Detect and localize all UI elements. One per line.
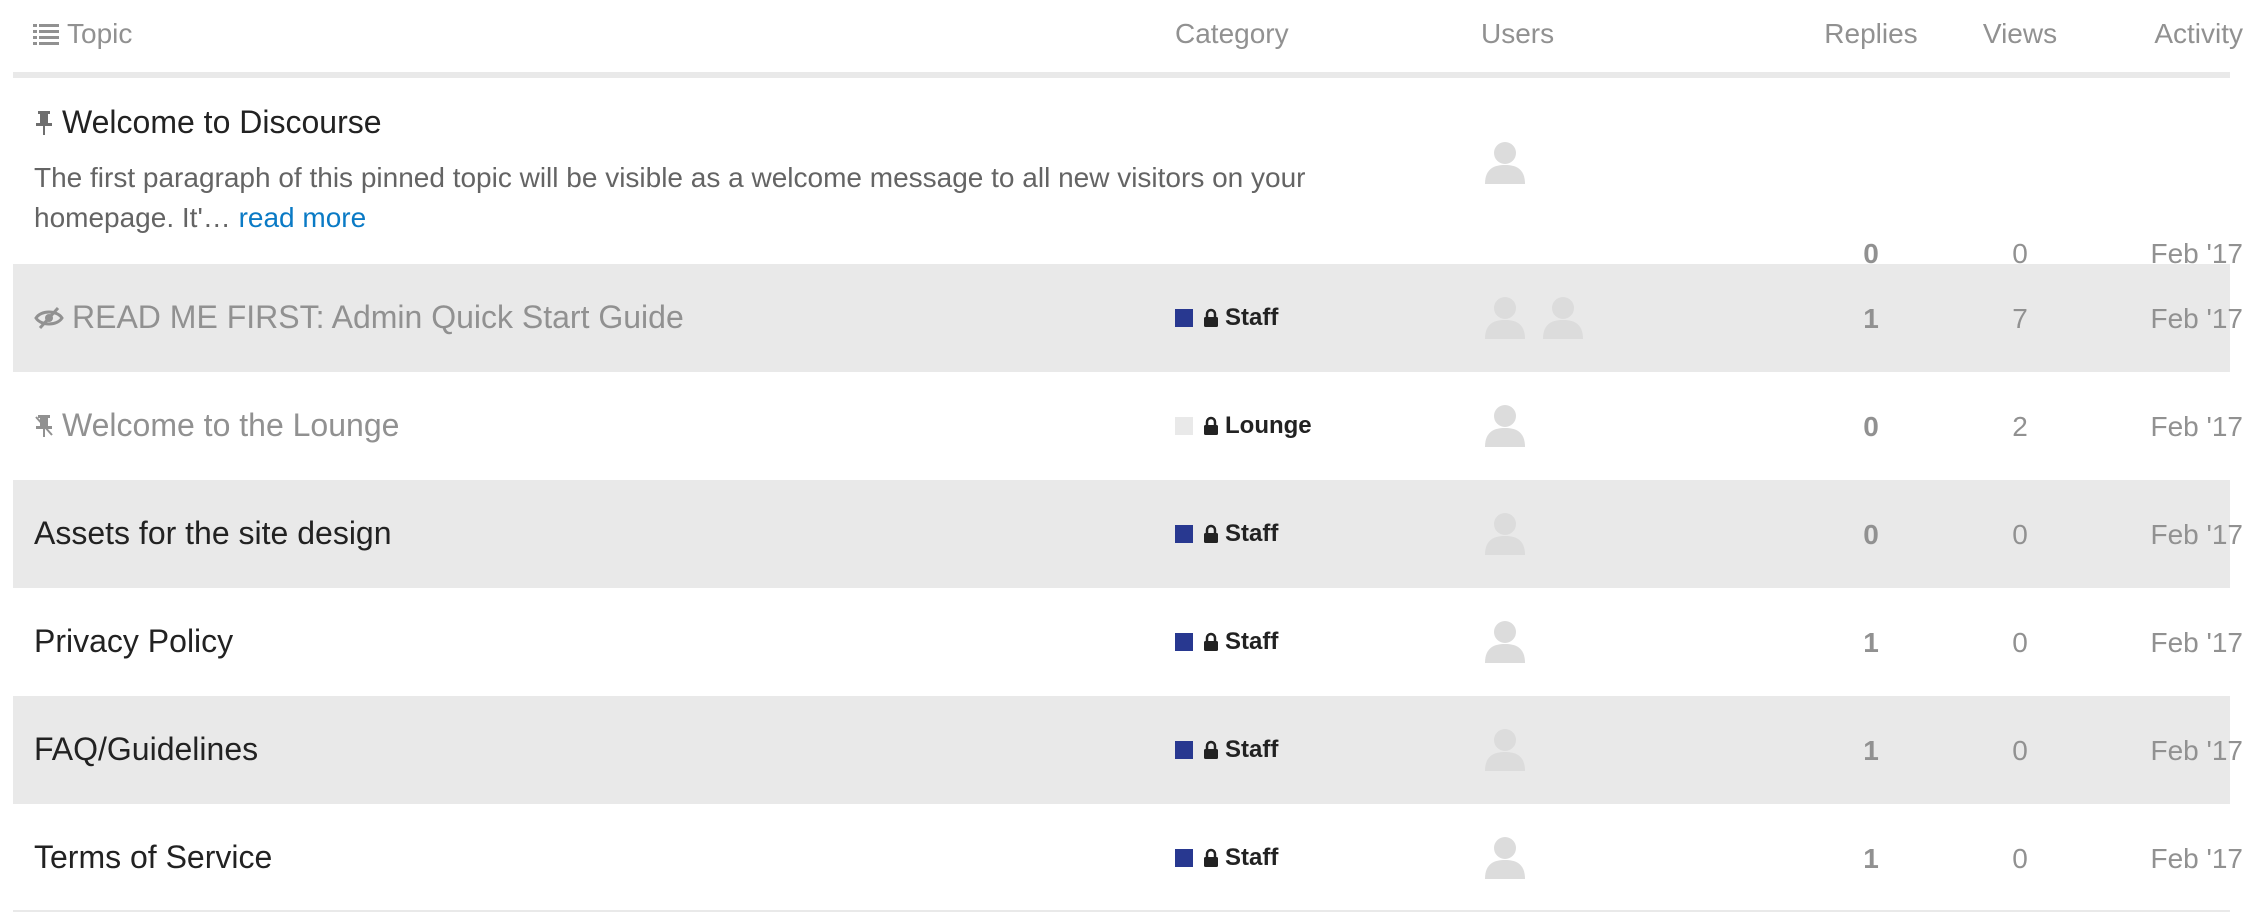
category-name: Staff (1225, 844, 1279, 871)
topic-excerpt: The first paragraph of this pinned topic… (34, 158, 1334, 238)
views-count: 0 (2012, 627, 2028, 658)
column-category[interactable]: Category (1175, 18, 1289, 50)
activity-date[interactable]: Feb '17 (2093, 519, 2243, 551)
topic-list-header: Topic Category Users Replies Views Activ… (13, 0, 2243, 78)
column-replies[interactable]: Replies (1811, 18, 1931, 50)
pin-icon (34, 110, 54, 136)
users-list (1481, 509, 1539, 557)
category-color-swatch (1175, 309, 1193, 327)
users-list (1481, 725, 1539, 773)
category-badge[interactable]: Lounge (1175, 412, 1312, 440)
activity-date[interactable]: Feb '17 (2093, 411, 2243, 443)
topic-row: FAQ/Guidelines Staff 1 0 Feb '17 (13, 696, 2243, 804)
avatar[interactable] (1481, 509, 1529, 557)
topic-title-text: Terms of Service (34, 839, 273, 875)
category-badge[interactable]: Staff (1175, 736, 1278, 764)
users-list (1481, 293, 1597, 341)
avatar[interactable] (1481, 617, 1529, 665)
category-badge[interactable]: Staff (1175, 844, 1278, 872)
activity-date[interactable]: Feb '17 (2093, 303, 2243, 335)
topic-title[interactable]: FAQ/Guidelines (34, 731, 258, 768)
column-topic-label: Topic (67, 18, 133, 49)
topic-row: Welcome to the Lounge Lounge 0 2 Feb '17 (13, 372, 2243, 480)
replies-count: 1 (1863, 303, 1879, 334)
replies-count: 1 (1863, 843, 1879, 874)
topic-title-text: Assets for the site design (34, 515, 392, 551)
topic-row: Terms of Service Staff 1 0 Feb '17 (13, 804, 2243, 912)
topic-row: READ ME FIRST: Admin Quick Start Guide S… (13, 264, 2243, 372)
avatar[interactable] (1481, 401, 1529, 449)
pin-icon (34, 413, 54, 439)
category-name: Staff (1225, 736, 1279, 763)
category-color-swatch (1175, 525, 1193, 543)
topic-title[interactable]: Privacy Policy (34, 623, 233, 660)
users-list (1481, 833, 1539, 881)
topic-title[interactable]: READ ME FIRST: Admin Quick Start Guide (34, 299, 684, 336)
topic-list: Topic Category Users Replies Views Activ… (13, 0, 2243, 912)
category-badge[interactable]: Staff (1175, 628, 1278, 656)
category-name: Staff (1225, 520, 1279, 547)
topic-title-text: Welcome to the Lounge (62, 407, 400, 443)
lock-icon (1203, 524, 1219, 544)
topic-title[interactable]: Welcome to Discourse (34, 104, 382, 141)
users-list (1481, 138, 1539, 186)
category-color-swatch (1175, 417, 1193, 435)
activity-date[interactable]: Feb '17 (2093, 843, 2243, 875)
lock-icon (1203, 632, 1219, 652)
views-count: 7 (2012, 303, 2028, 334)
column-users: Users (1481, 18, 1555, 49)
replies-count: 1 (1863, 735, 1879, 766)
avatar[interactable] (1539, 293, 1587, 341)
topic-title[interactable]: Welcome to the Lounge (34, 407, 399, 444)
column-topic[interactable]: Topic (33, 18, 132, 50)
eye-slash-icon (34, 306, 64, 330)
category-color-swatch (1175, 849, 1193, 867)
category-name: Staff (1225, 628, 1279, 655)
avatar[interactable] (1481, 293, 1529, 341)
users-list (1481, 401, 1539, 449)
column-activity[interactable]: Activity (2093, 18, 2243, 50)
topic-title-text: FAQ/Guidelines (34, 731, 259, 767)
category-badge[interactable]: Staff (1175, 304, 1278, 332)
category-name: Staff (1225, 304, 1279, 331)
replies-count: 0 (1863, 519, 1879, 550)
views-count: 0 (2012, 735, 2028, 766)
category-color-swatch (1175, 633, 1193, 651)
read-more-link[interactable]: read more (239, 202, 367, 233)
views-count: 0 (2012, 843, 2028, 874)
lock-icon (1203, 308, 1219, 328)
users-list (1481, 617, 1539, 665)
views-count: 2 (2012, 411, 2028, 442)
replies-count: 1 (1863, 627, 1879, 658)
lock-icon (1203, 416, 1219, 436)
avatar[interactable] (1481, 833, 1529, 881)
topic-row: Welcome to Discourse The first paragraph… (13, 78, 2243, 269)
topic-title-text: Privacy Policy (34, 623, 234, 659)
category-name: Lounge (1225, 412, 1312, 439)
topic-title-text: READ ME FIRST: Admin Quick Start Guide (72, 299, 684, 335)
list-icon (33, 24, 59, 45)
topic-title-text: Welcome to Discourse (62, 104, 382, 140)
lock-icon (1203, 848, 1219, 868)
lock-icon (1203, 740, 1219, 760)
topic-row: Privacy Policy Staff 1 0 Feb '17 (13, 588, 2243, 696)
activity-date[interactable]: Feb '17 (2093, 627, 2243, 659)
avatar[interactable] (1481, 138, 1529, 186)
replies-count: 0 (1863, 411, 1879, 442)
category-color-swatch (1175, 741, 1193, 759)
topic-excerpt-text: The first paragraph of this pinned topic… (34, 162, 1306, 233)
topic-row: Assets for the site design Staff 0 0 Feb… (13, 480, 2243, 588)
avatar[interactable] (1481, 725, 1529, 773)
activity-date[interactable]: Feb '17 (2093, 735, 2243, 767)
column-views[interactable]: Views (1960, 18, 2080, 50)
topic-title[interactable]: Assets for the site design (34, 515, 392, 552)
topic-title[interactable]: Terms of Service (34, 839, 272, 876)
category-badge[interactable]: Staff (1175, 520, 1278, 548)
views-count: 0 (2012, 519, 2028, 550)
